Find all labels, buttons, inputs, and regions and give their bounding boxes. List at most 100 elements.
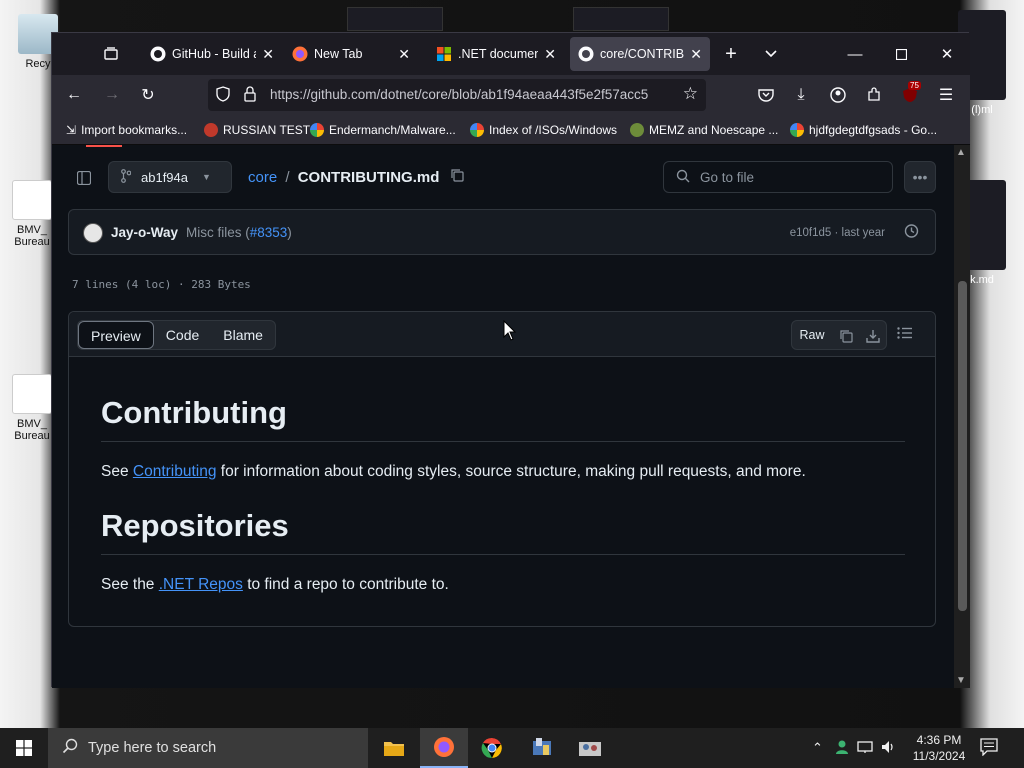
volume-icon[interactable] [881, 740, 897, 757]
app-taskbar-icon[interactable] [518, 728, 566, 768]
net-repos-link[interactable]: .NET Repos [159, 576, 243, 593]
bookmark-russian-test[interactable]: RUSSIAN TEST [204, 121, 310, 139]
navigation-toolbar: ← → ↻ https://github.com/dotnet/core/blo… [52, 75, 970, 115]
notification-indicator [86, 145, 122, 147]
bookmark-star-icon[interactable]: ☆ [683, 84, 698, 104]
tab-preview[interactable]: Preview [78, 321, 154, 349]
close-icon[interactable]: ✕ [690, 46, 702, 63]
maximize-button[interactable] [878, 33, 924, 75]
bookmark-index-isos[interactable]: Index of /ISOs/Windows [470, 121, 617, 139]
chrome-taskbar-icon[interactable] [468, 728, 516, 768]
close-icon[interactable]: ✕ [544, 46, 556, 63]
pr-link[interactable]: #8353 [250, 225, 288, 240]
windows-start-icon[interactable] [0, 728, 48, 768]
bookmark-hjdfg[interactable]: hjdfgdegtdfgsads - Go... [790, 121, 937, 139]
more-options-icon[interactable]: ••• [904, 161, 936, 193]
commit-author[interactable]: Jay-o-Way [111, 225, 178, 240]
copy-raw-icon[interactable] [832, 321, 859, 349]
sidebar-toggle-icon[interactable] [68, 163, 100, 193]
taskbar-search-input[interactable]: Type here to search [48, 728, 368, 768]
taskbar-clock[interactable]: 4:36 PM 11/3/2024 [906, 732, 972, 764]
tab-blame[interactable]: Blame [211, 321, 275, 349]
lock-icon[interactable] [244, 86, 256, 105]
file-info: 7 lines (4 loc) · 283 Bytes [72, 278, 251, 291]
github-icon [150, 46, 166, 62]
copy-path-icon[interactable] [450, 169, 464, 186]
page-scrollbar[interactable]: ▲ ▼ [954, 145, 970, 688]
extensions-icon[interactable] [858, 79, 890, 111]
commit-hash-time[interactable]: e10f1d5 · last year [790, 227, 885, 239]
heading-repositories: Repositories [101, 507, 905, 555]
network-icon[interactable] [857, 740, 873, 757]
bookmark-label: Endermanch/Malware... [329, 123, 456, 137]
heading-contributing: Contributing [101, 394, 905, 442]
notifications-icon[interactable] [980, 738, 998, 759]
pocket-icon[interactable] [750, 79, 782, 111]
download-icon[interactable] [859, 321, 886, 349]
bookmark-label: Index of /ISOs/Windows [489, 123, 618, 137]
user-tray-icon[interactable] [835, 739, 849, 758]
commit-message[interactable]: Misc files (#8353) [186, 225, 292, 240]
scroll-up-icon[interactable]: ▲ [956, 147, 966, 158]
close-icon[interactable]: ✕ [398, 46, 410, 63]
contributing-link[interactable]: Contributing [133, 463, 217, 480]
ublock-extension-icon[interactable]: 75 [894, 79, 926, 111]
avatar[interactable] [83, 223, 103, 243]
bookmark-import[interactable]: ⇲ Import bookmarks... [66, 121, 187, 139]
tab-core-contributing[interactable]: core/CONTRIBU ✕ [570, 37, 710, 71]
tab-title: GitHub - Build a [172, 47, 257, 61]
browser-window: GitHub - Build a ✕ New Tab ✕ .NET docume… [51, 32, 970, 688]
firefox-icon [292, 46, 308, 62]
clock-date: 11/3/2024 [912, 749, 966, 763]
bookmark-favicon [630, 123, 644, 137]
hamburger-menu-icon[interactable]: ☰ [930, 79, 962, 111]
desktop-thumbnail [347, 7, 443, 31]
reload-icon[interactable]: ↻ [132, 79, 164, 111]
paragraph-text: for information about coding styles, sou… [216, 462, 806, 480]
history-icon[interactable] [903, 223, 919, 243]
desktop-icon-label: k.md [970, 274, 994, 286]
url-bar[interactable]: https://github.com/dotnet/core/blob/ab1f… [208, 79, 706, 111]
outline-list-icon[interactable] [897, 326, 913, 342]
branch-name: ab1f94a [141, 169, 188, 185]
chevron-up-icon[interactable]: ⌃ [812, 740, 823, 756]
breadcrumb-repo-link[interactable]: core [248, 169, 277, 186]
shield-icon[interactable] [216, 86, 230, 105]
branch-select-button[interactable]: ab1f94a ▼ [108, 161, 232, 193]
firefox-taskbar-icon[interactable] [420, 728, 468, 768]
go-to-file-input[interactable]: Go to file [663, 161, 893, 193]
bookmark-endermanch[interactable]: Endermanch/Malware... [310, 121, 456, 139]
back-arrow-icon[interactable]: ← [58, 79, 90, 111]
paragraph-repositories: See the .NET Repos to find a repo to con… [101, 573, 905, 596]
minimize-button[interactable]: — [832, 33, 878, 75]
raw-button[interactable]: Raw [792, 321, 832, 349]
desktop-icon-label: BMV_ Bureau [14, 418, 50, 442]
commit-message-text: Misc files ( [186, 225, 250, 240]
new-tab-button[interactable]: + [714, 37, 748, 71]
file-header: ab1f94a ▼ core / CONTRIBUTING.md Go to f… [68, 161, 936, 193]
close-window-button[interactable]: ✕ [924, 33, 970, 75]
scrollbar-thumb[interactable] [958, 281, 967, 611]
file-explorer-icon[interactable] [370, 728, 418, 768]
desktop-thumbnail [573, 7, 669, 31]
paragraph-text: See the [101, 575, 159, 593]
app-taskbar-icon[interactable] [566, 728, 614, 768]
breadcrumb-file-name: CONTRIBUTING.md [297, 169, 440, 186]
close-icon[interactable]: ✕ [262, 46, 274, 63]
bookmark-memz[interactable]: MEMZ and Noescape ... [630, 121, 778, 139]
mouse-cursor-icon [503, 319, 517, 345]
tab-new-tab[interactable]: New Tab ✕ [284, 37, 418, 71]
account-icon[interactable] [822, 79, 854, 111]
tab-code[interactable]: Code [154, 321, 211, 349]
scroll-down-icon[interactable]: ▼ [956, 675, 966, 686]
clock-time: 4:36 PM [916, 733, 962, 747]
google-icon [790, 123, 804, 137]
forward-arrow-icon[interactable]: → [96, 79, 128, 111]
downloads-icon[interactable]: ⤓ [785, 79, 817, 111]
latest-commit-box: Jay-o-Way Misc files (#8353) e10f1d5 · l… [68, 209, 936, 255]
tab-net-docs[interactable]: .NET document ✕ [428, 37, 564, 71]
firefox-view-button[interactable] [94, 37, 128, 71]
tab-github-build[interactable]: GitHub - Build a ✕ [142, 37, 282, 71]
list-tabs-chevron-icon[interactable] [754, 37, 788, 71]
github-page: ab1f94a ▼ core / CONTRIBUTING.md Go to f… [52, 145, 970, 688]
